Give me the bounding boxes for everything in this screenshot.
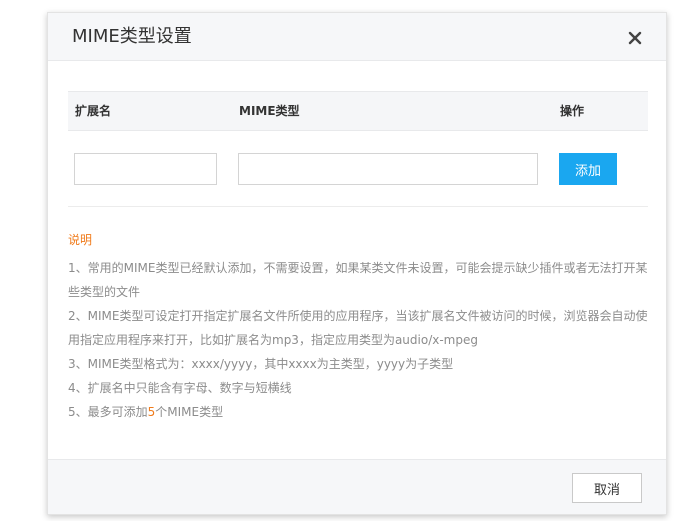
table-header: 扩展名 MIME类型 操作	[68, 91, 648, 131]
extension-input[interactable]	[74, 153, 217, 185]
mime-settings-dialog: MIME类型设置 扩展名 MIME类型 操作 添加 说明 1、常用的MIME类型…	[47, 12, 667, 515]
note-item-5-suffix: 个MIME类型	[155, 405, 224, 419]
note-item-1: 1、常用的MIME类型已经默认添加，不需要设置，如果某类文件未设置，可能会提示缺…	[68, 261, 648, 299]
note-item-5-prefix: 5、最多可添加	[68, 405, 148, 419]
dialog-header: MIME类型设置	[48, 13, 666, 61]
note-item-2: 2、MIME类型可设定打开指定扩展名文件所使用的应用程序，当该扩展名文件被访问的…	[68, 309, 648, 347]
dialog-title: MIME类型设置	[72, 26, 192, 47]
column-action: 操作	[560, 104, 585, 118]
add-button[interactable]: 添加	[559, 153, 617, 185]
note-item-4: 4、扩展名中只能含有字母、数字与短横线	[68, 381, 292, 395]
note-item-5: 5、最多可添加5个MIME类型	[68, 400, 648, 424]
column-extension: 扩展名	[75, 104, 112, 118]
column-mime-type: MIME类型	[239, 104, 300, 118]
cancel-button[interactable]: 取消	[572, 473, 642, 503]
notes-section: 说明 1、常用的MIME类型已经默认添加，不需要设置，如果某类文件未设置，可能会…	[68, 232, 648, 424]
row-divider	[68, 206, 648, 207]
note-item-3: 3、MIME类型格式为：xxxx/yyyy，其中xxxx为主类型，yyyy为子类…	[68, 357, 454, 371]
notes-title: 说明	[68, 233, 93, 247]
mime-type-input[interactable]	[238, 153, 538, 185]
dialog-footer: 取消	[48, 459, 666, 514]
close-icon[interactable]	[624, 27, 646, 49]
